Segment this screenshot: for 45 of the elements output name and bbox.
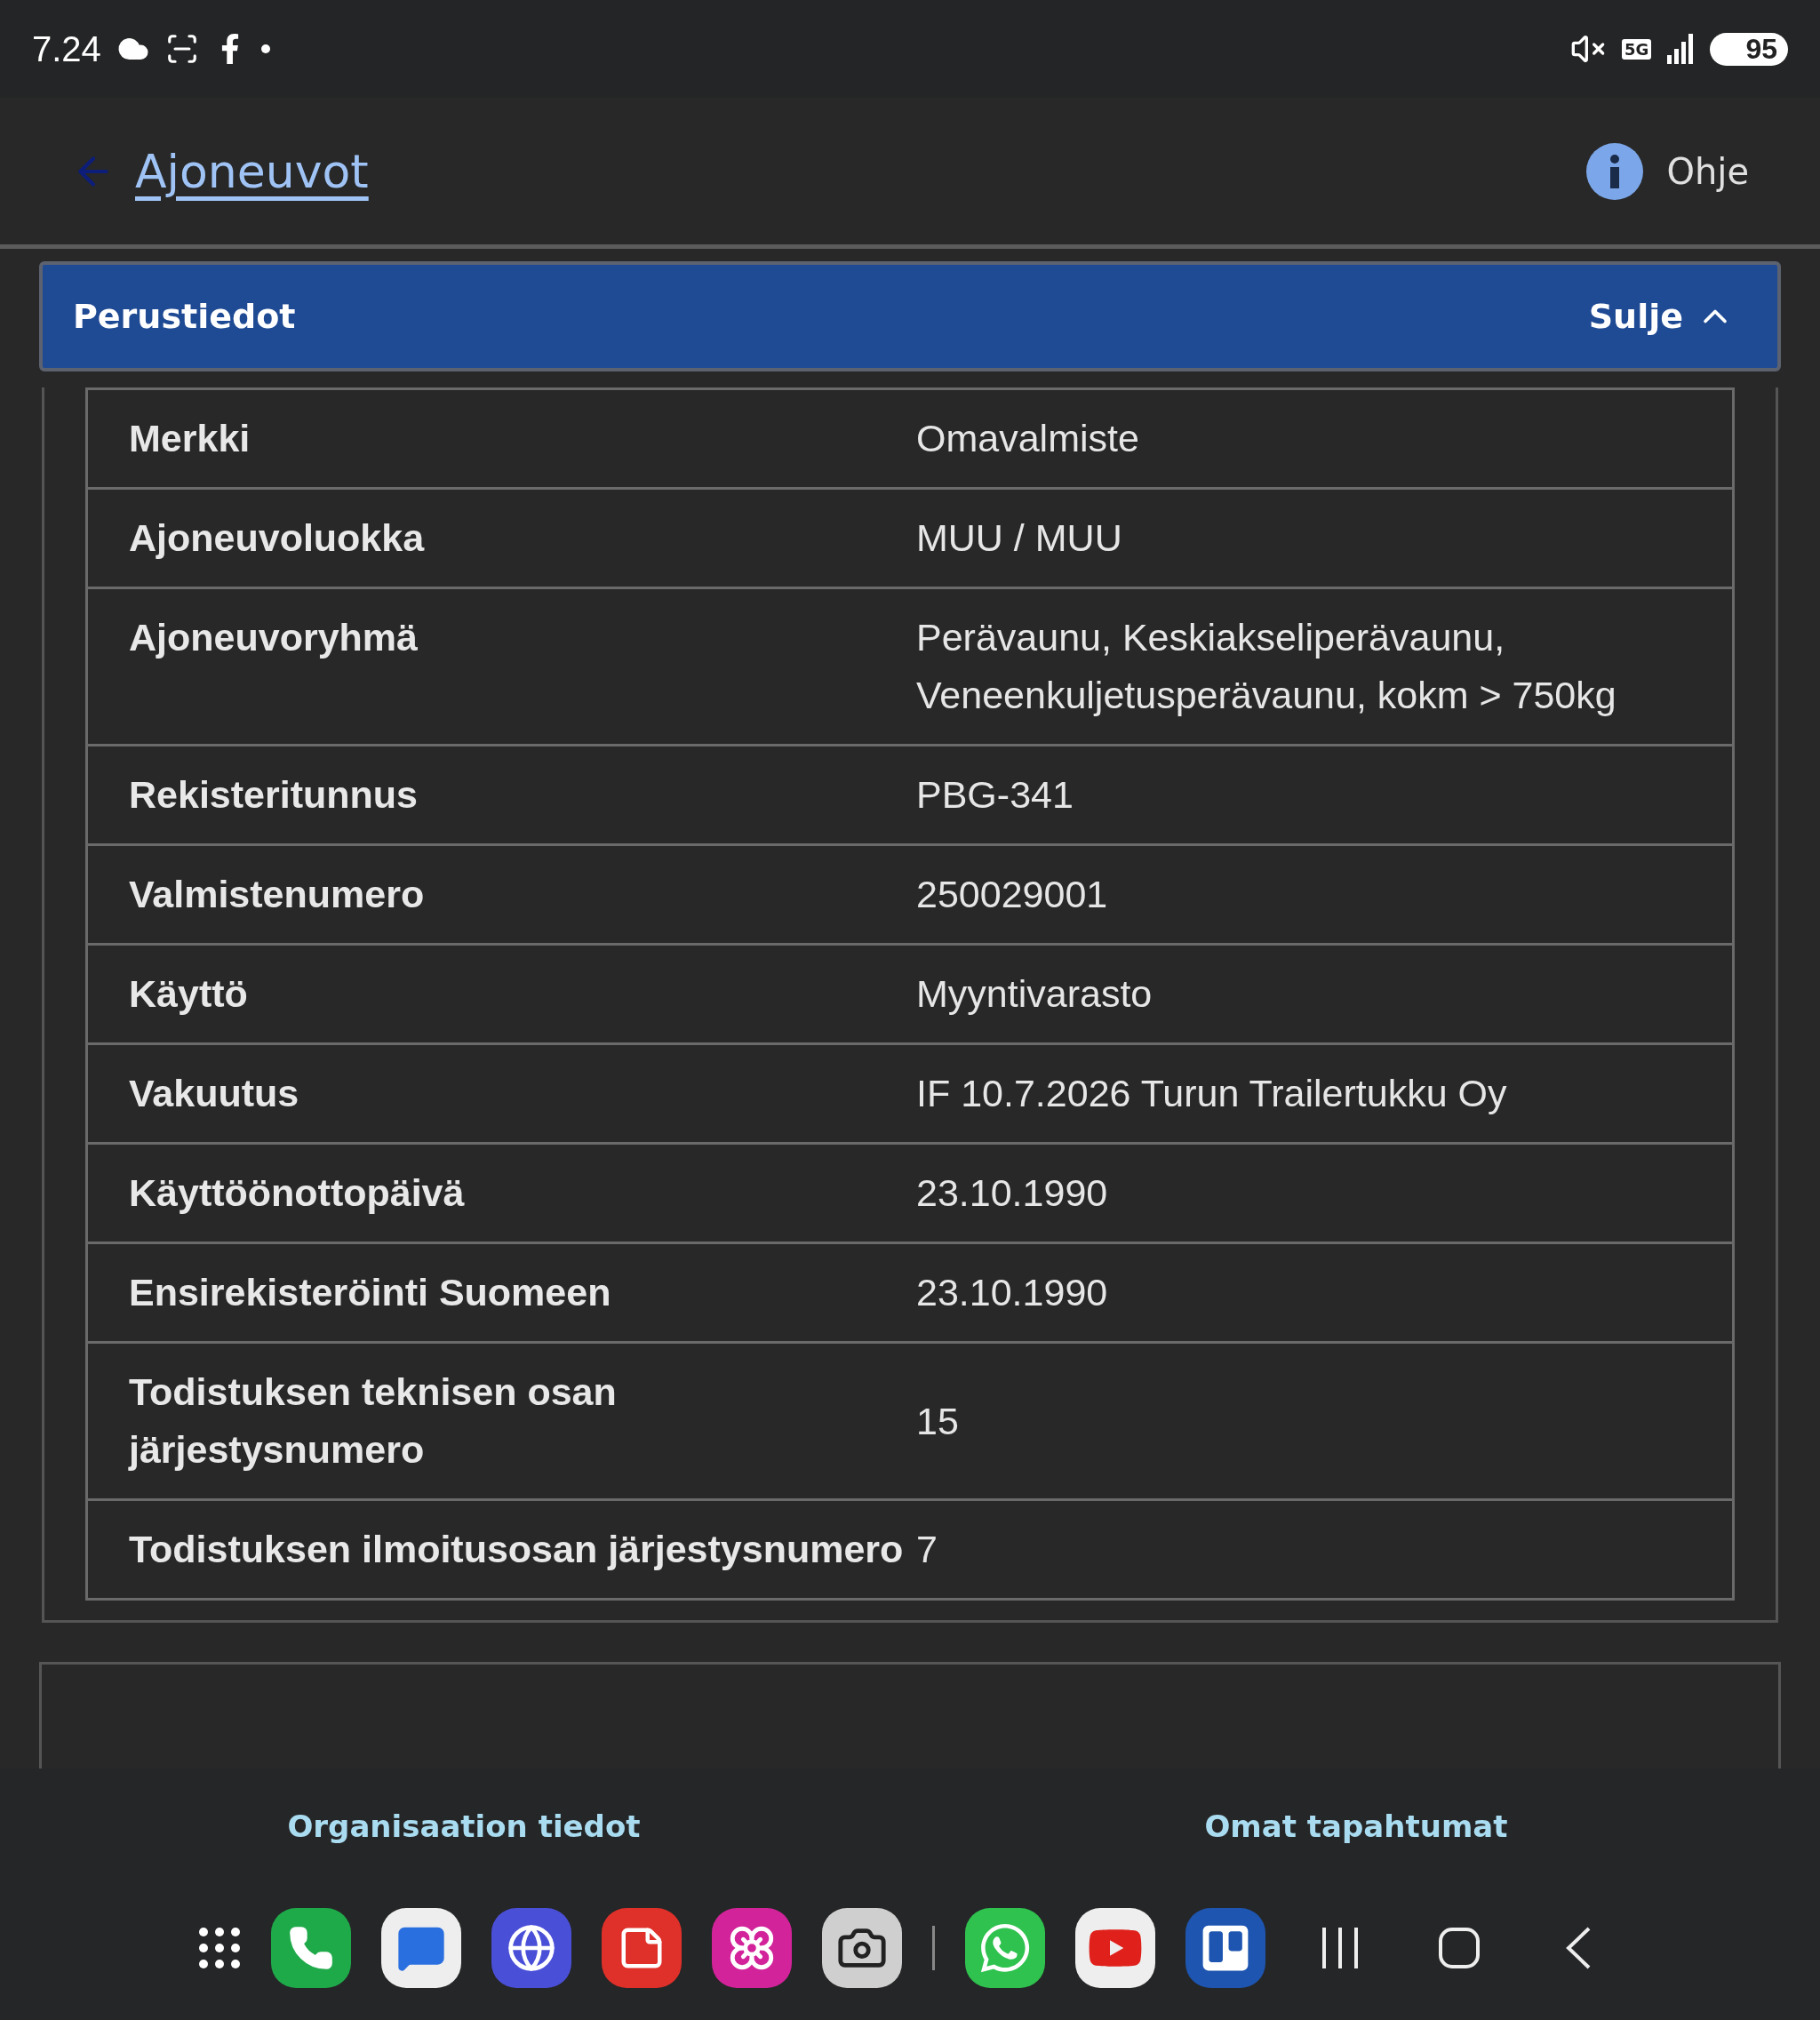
field-label: Käyttöönottopäivä [129, 1170, 466, 1216]
phone-icon[interactable] [270, 1907, 351, 1988]
back-icon[interactable] [1564, 1926, 1592, 1969]
field-value: 23.10.1990 [916, 1170, 1109, 1216]
field-label: Ajoneuvoryhmä [129, 615, 419, 660]
field-label: Ajoneuvoluokka [129, 515, 426, 561]
bottom-tab[interactable]: Omat tapahtumat [1204, 1808, 1508, 1844]
field-value: Perävaunu, Keskiakseliperävaunu, Veneenkuljetusperävaunu, kokm > 750kg [916, 615, 1617, 718]
field-value: 23.10.1990 [916, 1270, 1109, 1315]
chat-bubble-icon[interactable] [380, 1907, 461, 1988]
field-label: Merkki [129, 416, 251, 461]
field-label: Valmistenumero [129, 872, 426, 917]
field-label: Todistuksen teknisen osan järjestysnumero [129, 1369, 618, 1473]
flower-icon[interactable] [711, 1907, 792, 1988]
field-value: PBG-341 [916, 772, 1074, 818]
globe-icon[interactable] [491, 1907, 571, 1988]
field-value: Omavalmiste [916, 416, 1140, 461]
field-value: 15 [916, 1398, 960, 1444]
field-label: Vakuutus [129, 1071, 300, 1116]
field-label: Ensirekisteröinti Suomeen [129, 1270, 612, 1315]
signal-icon [1667, 34, 1695, 64]
field-label: Rekisteritunnus [129, 772, 419, 818]
field-label: Käyttö [129, 971, 249, 1017]
camera-icon[interactable] [821, 1907, 902, 1988]
status-time: 7.24 [32, 28, 101, 69]
back-link[interactable]: Ajoneuvot [135, 144, 369, 198]
dot-icon [260, 44, 270, 53]
help-link[interactable]: Ohje [1666, 150, 1749, 192]
field-value: Myyntivarasto [916, 971, 1153, 1017]
play-icon[interactable] [1074, 1907, 1155, 1988]
bottom-tab[interactable]: Organisaation tiedot [287, 1808, 641, 1844]
field-value: 7 [916, 1527, 938, 1572]
field-value: 250029001 [916, 872, 1109, 917]
field-value: IF 10.7.2026 Turun Trailertukku Oy [916, 1071, 1508, 1116]
home-icon[interactable] [1438, 1927, 1480, 1968]
note-icon[interactable] [601, 1907, 682, 1988]
field-label: Todistuksen ilmoitusosan järjestysnumero [129, 1527, 905, 1572]
board-icon[interactable] [1185, 1907, 1265, 1988]
recents-icon[interactable] [1320, 1927, 1360, 1968]
section-header[interactable]: Perustiedot Sulje [39, 261, 1781, 371]
chat-phone-icon[interactable] [964, 1907, 1045, 1988]
field-value: MUU / MUU [916, 515, 1123, 561]
app-grid-icon[interactable] [197, 1926, 241, 1969]
network-label: 5G [1622, 38, 1652, 60]
battery-level: 95 [1710, 32, 1788, 66]
